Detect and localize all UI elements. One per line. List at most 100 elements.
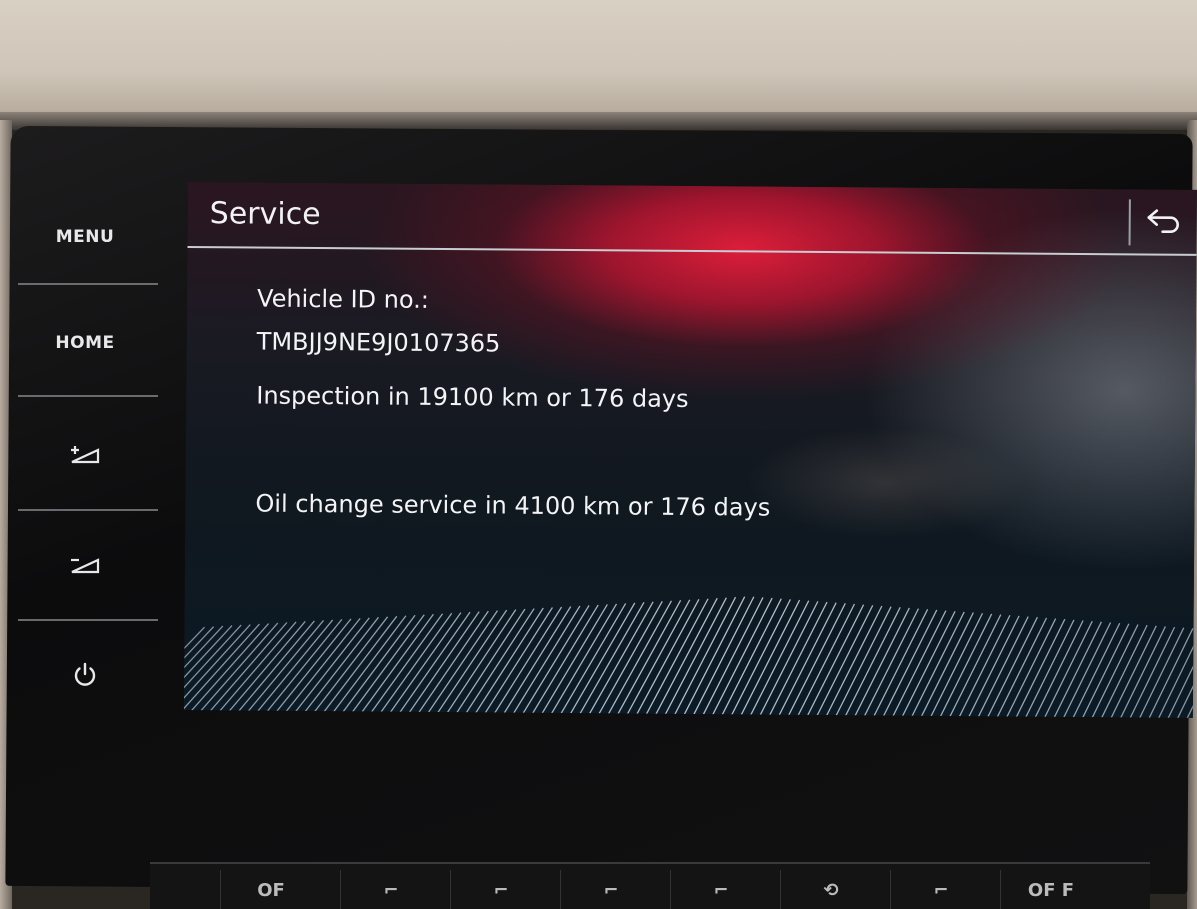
seat-vent-icon: ⌐ <box>933 879 949 901</box>
decorative-line <box>777 602 837 717</box>
decorative-line <box>739 599 801 717</box>
decorative-line <box>692 596 755 717</box>
decorative-line <box>351 614 425 714</box>
decorative-line <box>673 596 737 717</box>
decorative-line <box>1138 627 1185 718</box>
decorative-line <box>1071 622 1121 718</box>
decorative-line <box>720 598 782 717</box>
decorative-line <box>996 617 1048 718</box>
recirculation-button[interactable]: ⟲ <box>780 870 881 909</box>
decorative-line <box>701 597 764 717</box>
decorative-line <box>1015 618 1066 718</box>
header-divider <box>1128 199 1131 246</box>
back-button[interactable] <box>1135 199 1191 245</box>
decorative-line <box>183 624 251 713</box>
decorative-line <box>436 609 508 715</box>
decorative-line <box>1043 620 1093 718</box>
page-title: Service <box>209 196 321 233</box>
key-divider <box>18 283 158 285</box>
decorative-line-pattern <box>183 596 1194 718</box>
decorative-line <box>768 601 828 717</box>
key-divider <box>18 509 158 511</box>
climate-control-bar: OF ⌐ ⌐ ⌐ ⌐ ⟲ ⌐ OF F <box>150 862 1150 909</box>
volume-up-icon <box>68 444 102 466</box>
screen-reflection <box>745 426 1027 539</box>
photo-scene: MENU HOME Service Vehicle ID no.: TMBJJ9… <box>0 0 1197 909</box>
decorative-line <box>682 596 746 717</box>
decorative-line <box>360 613 434 714</box>
seat-heat-button[interactable]: ⌐ <box>560 870 661 909</box>
decorative-line <box>474 607 544 715</box>
decorative-line <box>183 625 233 713</box>
decorative-line <box>1090 624 1139 718</box>
menu-button[interactable]: MENU <box>10 207 160 267</box>
dashboard-trim <box>0 0 1197 130</box>
decorative-line <box>455 608 526 715</box>
vehicle-id-label: Vehicle ID no.: <box>256 284 430 314</box>
decorative-line <box>1109 625 1157 718</box>
climate-off-right-label: OF F <box>1027 879 1075 901</box>
seat-heat-button[interactable]: ⌐ <box>450 870 551 909</box>
decorative-line <box>1052 621 1102 718</box>
seat-heat-icon: ⌐ <box>713 879 729 901</box>
decorative-line <box>1062 622 1112 718</box>
volume-down-button[interactable] <box>10 535 160 595</box>
decorative-line <box>967 615 1020 718</box>
decorative-line <box>1024 619 1075 718</box>
decorative-line <box>417 610 489 715</box>
decorative-line <box>426 610 499 715</box>
decorative-line <box>1119 626 1167 718</box>
oil-change-due: Oil change service in 4100 km or 176 day… <box>255 489 771 522</box>
decorative-line <box>388 612 462 714</box>
decorative-line <box>1147 628 1194 718</box>
seat-vent-button[interactable]: ⌐ <box>890 870 991 909</box>
decorative-line <box>559 603 627 716</box>
key-divider <box>18 395 158 397</box>
seat-heat-icon: ⌐ <box>603 879 619 901</box>
decorative-line <box>1157 628 1194 718</box>
decorative-line <box>569 602 636 716</box>
seat-heat-icon: ⌐ <box>383 879 399 901</box>
decorative-line <box>1005 618 1057 718</box>
display-screen: Service Vehicle ID no.: TMBJJ9NE9J010736… <box>183 182 1197 718</box>
decorative-line <box>977 616 1029 718</box>
decorative-line <box>958 614 1011 718</box>
inspection-due: Inspection in 19100 km or 176 days <box>256 381 689 413</box>
decorative-line <box>948 614 1002 718</box>
decorative-line <box>654 597 718 716</box>
decorative-line <box>986 616 1038 718</box>
decorative-line <box>578 602 645 716</box>
decorative-line <box>796 603 856 718</box>
home-button[interactable]: HOME <box>10 313 160 373</box>
key-divider <box>18 619 158 621</box>
seat-heat-icon: ⌐ <box>493 879 509 901</box>
hard-key-column: MENU HOME <box>10 185 170 745</box>
seat-heat-button[interactable]: ⌐ <box>340 870 441 909</box>
decorative-line <box>1081 623 1130 718</box>
decorative-line <box>749 600 810 717</box>
menu-button-label: MENU <box>55 227 115 247</box>
decorative-line <box>806 604 865 718</box>
decorative-line <box>183 625 224 713</box>
climate-off-left-button[interactable]: OF <box>220 870 321 909</box>
decorative-line <box>1034 620 1084 718</box>
decorative-line <box>407 611 480 715</box>
seat-heat-button[interactable]: ⌐ <box>670 870 771 909</box>
back-arrow-icon <box>1143 206 1183 238</box>
decorative-line <box>379 612 453 714</box>
volume-down-icon <box>68 554 102 576</box>
decorative-line <box>711 597 773 717</box>
climate-off-right-button[interactable]: OF F <box>1000 870 1101 909</box>
decorative-line <box>1128 626 1176 718</box>
vehicle-id-value: TMBJJ9NE9J0107365 <box>256 327 501 358</box>
decorative-line <box>550 603 618 716</box>
decorative-line <box>398 611 471 715</box>
climate-off-left-label: OF <box>257 879 285 901</box>
power-button[interactable] <box>10 645 160 705</box>
decorative-line <box>445 609 517 715</box>
recirculation-icon: ⟲ <box>823 879 839 901</box>
volume-up-button[interactable] <box>10 425 160 485</box>
screen-header: Service <box>187 182 1197 256</box>
decorative-line <box>645 598 709 716</box>
decorative-line <box>369 613 444 714</box>
